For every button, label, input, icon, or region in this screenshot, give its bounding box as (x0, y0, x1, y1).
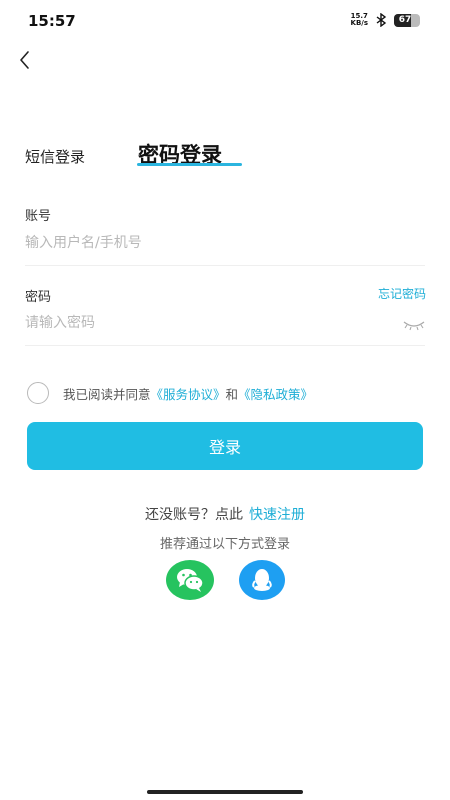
tab-sms-login[interactable]: 短信登录 (25, 146, 85, 167)
agreement-row: 我已阅读并同意 《服务协议》 和 《隐私政策》 (27, 382, 313, 404)
password-input[interactable] (25, 311, 385, 335)
qq-icon (252, 569, 272, 591)
social-login-hint: 推荐通过以下方式登录 (159, 537, 290, 552)
battery-icon: 67 (394, 13, 420, 27)
network-speed-unit: KB/s (350, 19, 368, 27)
status-icons: 15.7 KB/s 67 (351, 13, 420, 27)
forgot-password-link[interactable]: 忘记密码 (378, 285, 426, 302)
register-prompt: 还没账号？点此 (145, 507, 243, 523)
bluetooth-icon (376, 13, 387, 27)
account-input[interactable] (25, 231, 425, 255)
active-tab-indicator (137, 163, 242, 166)
agreement-prefix: 我已阅读并同意 (63, 386, 151, 402)
account-divider (25, 265, 425, 266)
login-button[interactable]: 登录 (27, 422, 423, 470)
qq-login-button[interactable] (239, 560, 285, 600)
password-label: 密码 (25, 290, 52, 305)
agreement-checkbox[interactable] (27, 382, 49, 404)
privacy-policy-link[interactable]: 《隐私政策》 (238, 384, 313, 403)
home-indicator[interactable] (147, 790, 303, 794)
status-time: 15:57 (28, 12, 76, 30)
agreement-and: 和 (225, 386, 239, 402)
wechat-icon (177, 569, 204, 592)
account-label: 账号 (25, 209, 52, 224)
eye-closed-icon[interactable] (402, 318, 426, 332)
quick-register-link[interactable]: 快速注册 (249, 507, 305, 523)
battery-level: 67 (398, 14, 412, 25)
service-agreement-link[interactable]: 《服务协议》 (151, 384, 226, 403)
wechat-login-button[interactable] (166, 560, 214, 600)
status-bar: 15:57 15.7 KB/s 67 (0, 0, 450, 40)
password-divider (25, 345, 425, 346)
network-speed: 15.7 KB/s (351, 13, 368, 27)
register-row: 还没账号？点此 快速注册 (0, 504, 450, 524)
back-arrow-icon[interactable] (14, 48, 38, 72)
